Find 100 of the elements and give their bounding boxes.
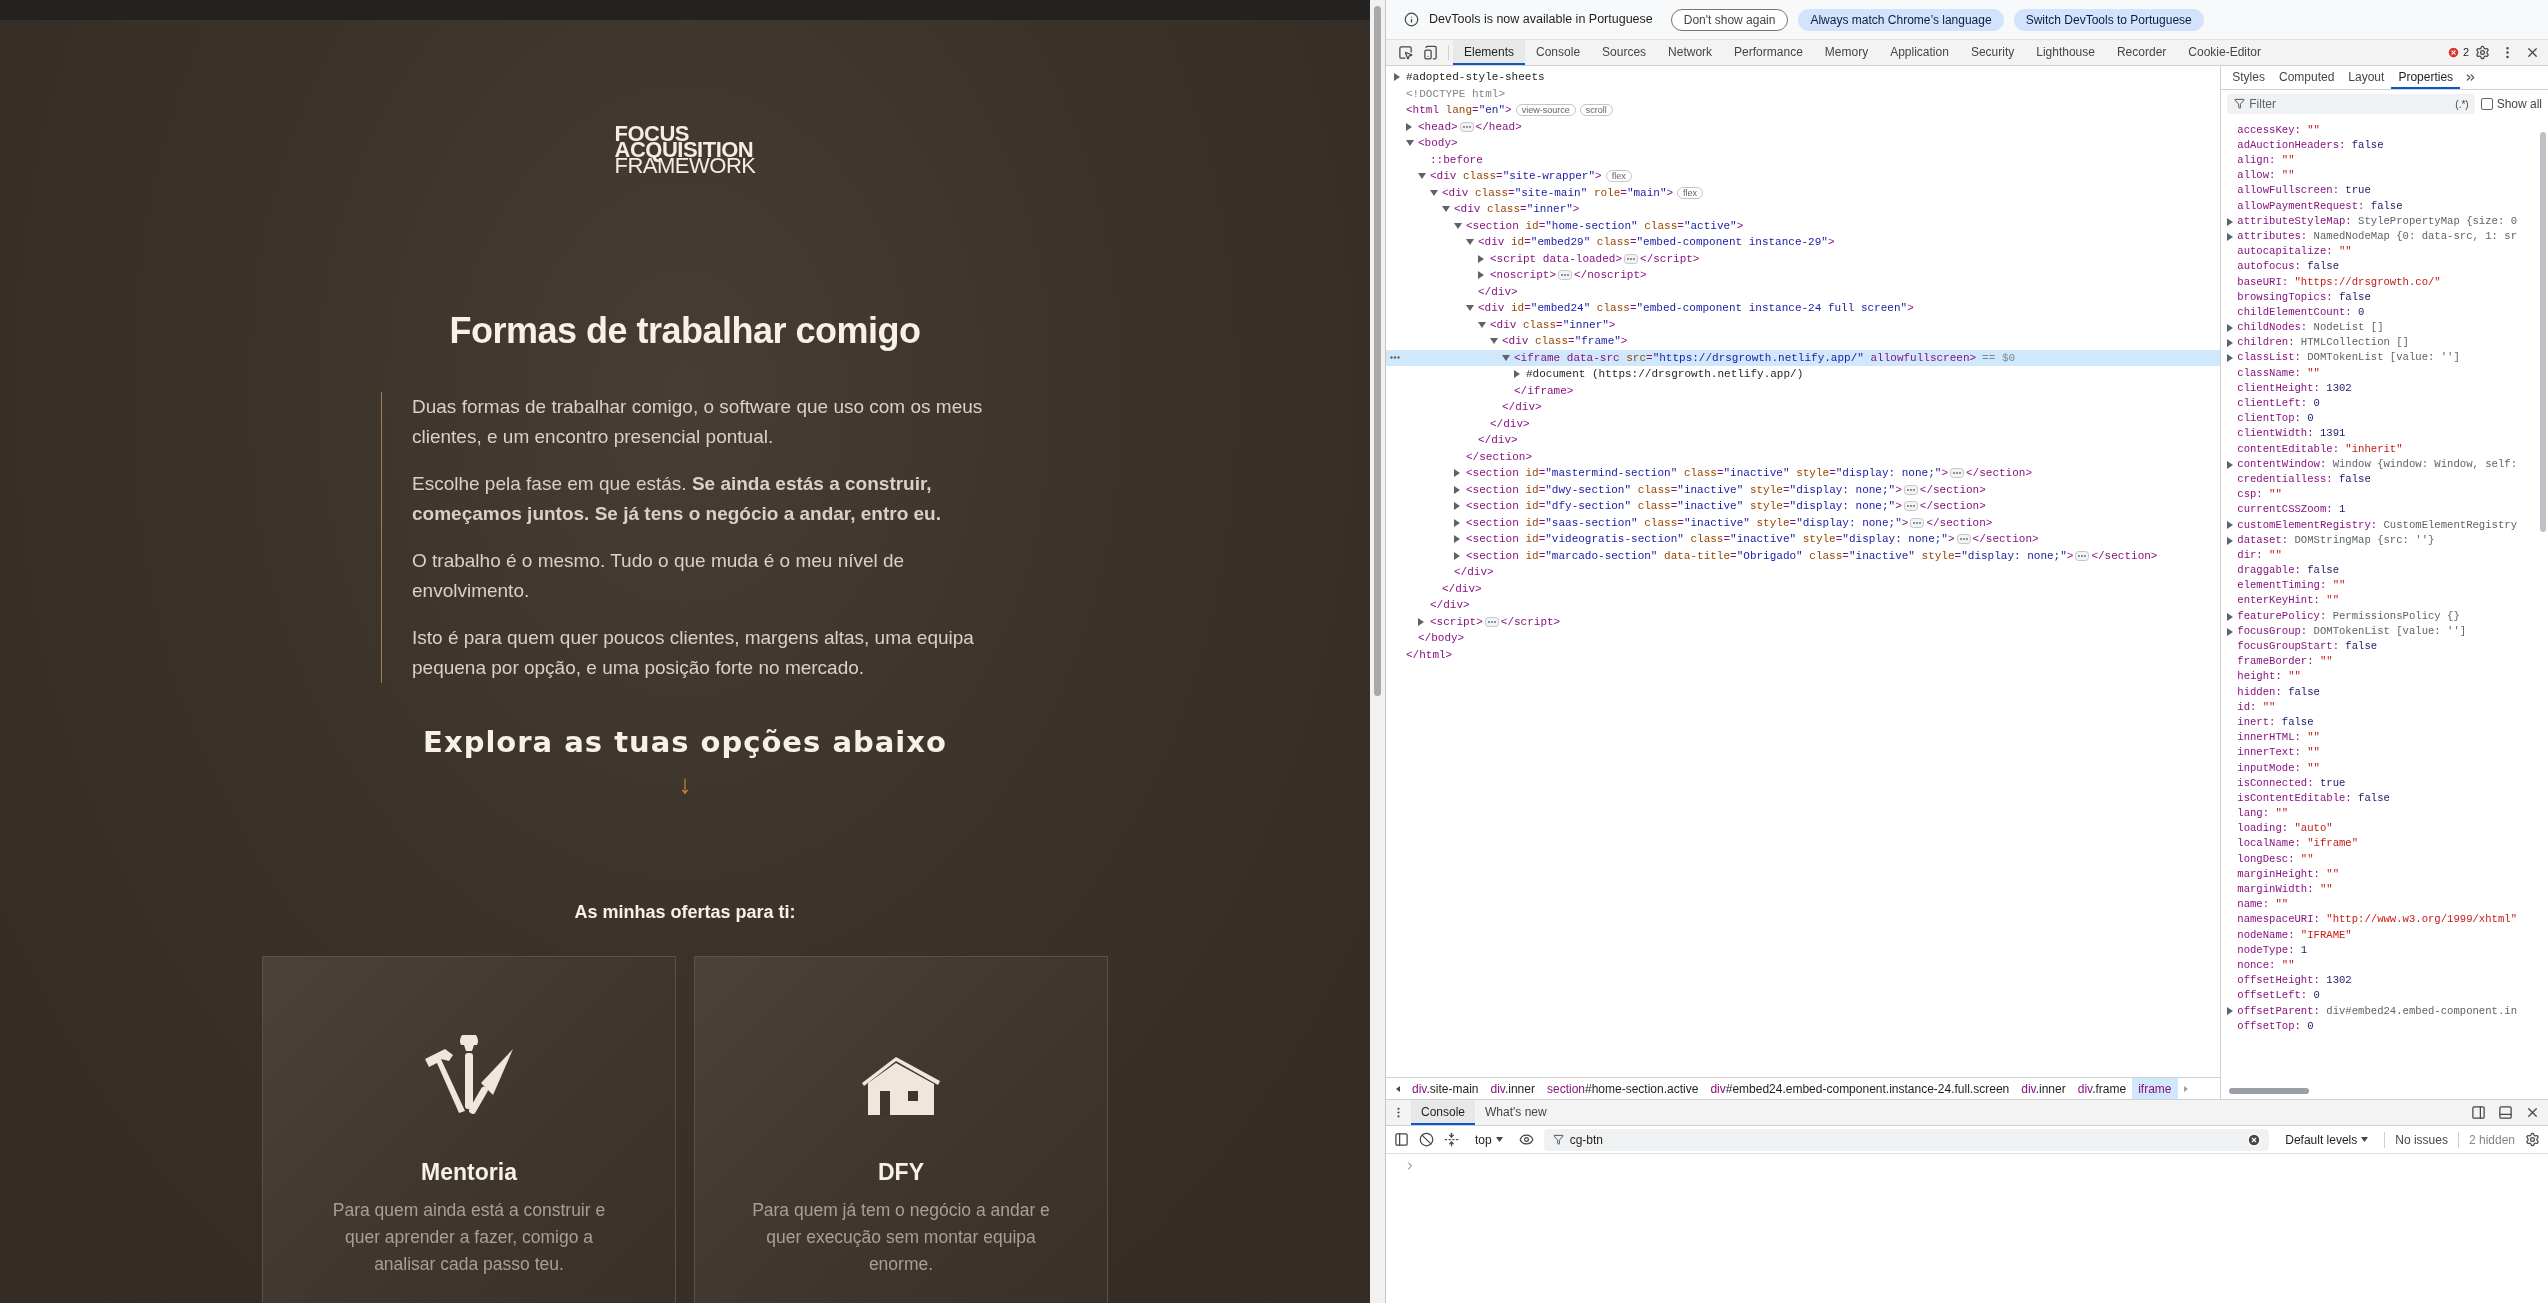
- panel-tab[interactable]: Application: [1879, 40, 1960, 65]
- ellipsis-icon[interactable]: [1903, 501, 1918, 512]
- sidebar-tab[interactable]: Styles: [2225, 66, 2272, 89]
- dom-node-text[interactable]: <section id="marcado-section" data-title="Obrigado" class="inactive" style="display: none;">: [1466, 547, 2074, 564]
- checkbox[interactable]: [2480, 98, 2493, 110]
- dom-node-text[interactable]: <div class="site-main" role="main">: [1442, 184, 1674, 201]
- dom-node-text[interactable]: </body>: [1418, 630, 1465, 647]
- dom-node-text[interactable]: </section>: [1966, 465, 2032, 482]
- breadcrumb[interactable]: div#embed24.embed-component.instance-24.full.screen: [1704, 1078, 2016, 1099]
- ellipsis-icon[interactable]: [1459, 121, 1474, 132]
- dom-node-text[interactable]: <section id="home-section" class="active">: [1466, 217, 1744, 234]
- panel-tab[interactable]: Lighthouse: [2025, 40, 2106, 65]
- dom-node-text[interactable]: <div class="inner">: [1454, 201, 1580, 218]
- dom-node-text[interactable]: </section>: [1926, 514, 1993, 531]
- dom-node-text[interactable]: </section>: [1919, 498, 1986, 515]
- dom-node-text[interactable]: </section>: [1919, 481, 1986, 498]
- caret-right-icon[interactable]: [1454, 485, 1460, 494]
- breadcrumb[interactable]: iframe: [2132, 1078, 2178, 1099]
- breadcrumb[interactable]: div.inner: [1484, 1078, 1541, 1099]
- caret-right-icon[interactable]: [2227, 1007, 2234, 1016]
- issues-status[interactable]: No issues: [2395, 1130, 2448, 1149]
- close-icon[interactable]: [2525, 1105, 2540, 1120]
- dom-node-text[interactable]: <div class="frame">: [1502, 333, 1628, 350]
- caret-right-icon[interactable]: [1418, 617, 1424, 626]
- caret-down-icon[interactable]: [1502, 354, 1510, 361]
- drawer-tab[interactable]: What's new: [1475, 1100, 1557, 1125]
- group-icon[interactable]: [1444, 1132, 1459, 1147]
- caret-right-icon[interactable]: [1454, 518, 1460, 527]
- dom-node-text[interactable]: #adopted-style-sheets: [1406, 69, 1545, 86]
- caret-down-icon[interactable]: [1466, 239, 1474, 246]
- panel-tab[interactable]: Sources: [1591, 40, 1658, 65]
- dom-node-text[interactable]: <section id="dfy-section" class="inactive" style="display: none;">: [1466, 498, 1902, 515]
- scroll-right-icon[interactable]: [2181, 1084, 2190, 1093]
- dom-node-text[interactable]: <div id="embed29" class="embed-component instance-29">: [1478, 234, 1835, 251]
- dom-node-text[interactable]: #document (https://drsgrowth.netlify.app/): [1526, 366, 1804, 383]
- dom-node-text[interactable]: </section>: [1972, 531, 2039, 548]
- caret-down-icon[interactable]: [1478, 321, 1486, 328]
- caret-right-icon[interactable]: [1454, 535, 1460, 544]
- dom-node-text[interactable]: </div>: [1478, 432, 1518, 449]
- clear-console-icon[interactable]: [1419, 1132, 1434, 1147]
- panel-tab[interactable]: Console: [1525, 40, 1592, 65]
- eye-icon[interactable]: [1518, 1132, 1534, 1147]
- selected-row[interactable]: <iframe data-src src="https://drsgrowth.netlify.app/" allowfullscreen> == $0: [1386, 349, 2221, 366]
- checkbox-label[interactable]: Show all: [2496, 95, 2542, 113]
- panel-tab[interactable]: Security: [1959, 40, 2026, 65]
- dom-node-text[interactable]: <section id="videogratis-section" class="inactive" style="display: none;">: [1466, 531, 1955, 548]
- settings-icon[interactable]: [2475, 45, 2490, 60]
- dom-node-text[interactable]: </div>: [1454, 564, 1494, 581]
- ellipsis-icon[interactable]: [1956, 534, 1971, 545]
- dom-node-text[interactable]: <html lang="en">: [1406, 102, 1512, 119]
- console-filter-field[interactable]: cg-btn: [1543, 1128, 2270, 1151]
- breadcrumb[interactable]: div.inner: [2015, 1078, 2072, 1099]
- ellipsis-icon[interactable]: [1558, 270, 1572, 281]
- device-toolbar-icon[interactable]: [1423, 45, 1438, 60]
- caret-down-icon[interactable]: [1430, 189, 1438, 196]
- breadcrumb[interactable]: div.site-main: [1406, 1078, 1485, 1099]
- dock-bottom-icon[interactable]: [2498, 1105, 2513, 1120]
- caret-down-icon[interactable]: [1442, 206, 1450, 213]
- dom-node-text[interactable]: </script>: [1640, 250, 1700, 267]
- ellipsis-icon[interactable]: [2075, 550, 2090, 561]
- panel-tab[interactable]: Memory: [1813, 40, 1880, 65]
- dom-node-text[interactable]: ::before: [1430, 151, 1483, 168]
- caret-down-icon[interactable]: [1454, 222, 1462, 229]
- panel-tab[interactable]: Network: [1657, 40, 1724, 65]
- dom-node-text[interactable]: <div id="embed24" class="embed-component instance-24 full screen">: [1478, 300, 1914, 317]
- settings-icon[interactable]: [2525, 1132, 2540, 1147]
- caret-down-icon[interactable]: [1406, 140, 1414, 147]
- panel-tab[interactable]: Recorder: [2105, 40, 2178, 65]
- caret-right-icon[interactable]: [1454, 551, 1460, 560]
- panel-tab[interactable]: Elements: [1453, 40, 1526, 65]
- ellipsis-icon[interactable]: [1484, 616, 1499, 627]
- caret-right-icon[interactable]: [2227, 460, 2234, 469]
- dock-side-icon[interactable]: [2471, 1105, 2486, 1120]
- error-count[interactable]: 2: [2462, 44, 2469, 61]
- dom-node-text[interactable]: </section>: [2091, 547, 2158, 564]
- breadcrumb[interactable]: div.frame: [2071, 1078, 2133, 1099]
- caret-down-icon[interactable]: [1418, 173, 1426, 180]
- clear-icon[interactable]: [2247, 1132, 2262, 1147]
- sidebar-tab[interactable]: Properties: [2391, 66, 2461, 89]
- infobar-button[interactable]: Don't show again: [1670, 8, 1789, 31]
- dom-node-text[interactable]: <section id="mastermind-section" class="inactive" style="display: none;">: [1466, 465, 1948, 482]
- caret-right-icon[interactable]: [1478, 271, 1484, 280]
- dom-node-text[interactable]: </div>: [1478, 283, 1518, 300]
- levels-dropdown[interactable]: Default levels: [2279, 1130, 2375, 1149]
- dom-node-text[interactable]: </div>: [1442, 580, 1482, 597]
- dom-node-text[interactable]: </section>: [1466, 448, 1532, 465]
- dom-node-text[interactable]: <section id="dwy-section" class="inactive" style="display: none;">: [1466, 481, 1902, 498]
- dom-node-text[interactable]: <div class="inner">: [1490, 316, 1616, 333]
- caret-down-icon[interactable]: [1466, 305, 1474, 312]
- caret-right-icon[interactable]: [1454, 502, 1460, 511]
- dom-node-text[interactable]: </div>: [1490, 415, 1530, 432]
- caret-right-icon[interactable]: [1406, 122, 1412, 131]
- caret-down-icon[interactable]: [1490, 338, 1498, 345]
- dom-node-text[interactable]: </noscript>: [1574, 267, 1647, 284]
- dom-node-text[interactable]: <div class="site-wrapper">: [1430, 168, 1602, 185]
- dom-node-text[interactable]: <body>: [1418, 135, 1458, 152]
- dom-node-text[interactable]: <!DOCTYPE html>: [1406, 85, 1506, 102]
- breadcrumb[interactable]: section#home-section.active: [1540, 1078, 1705, 1099]
- sidebar-tab[interactable]: Computed: [2271, 66, 2342, 89]
- infobar-button[interactable]: Switch DevTools to Portuguese: [2013, 8, 2204, 31]
